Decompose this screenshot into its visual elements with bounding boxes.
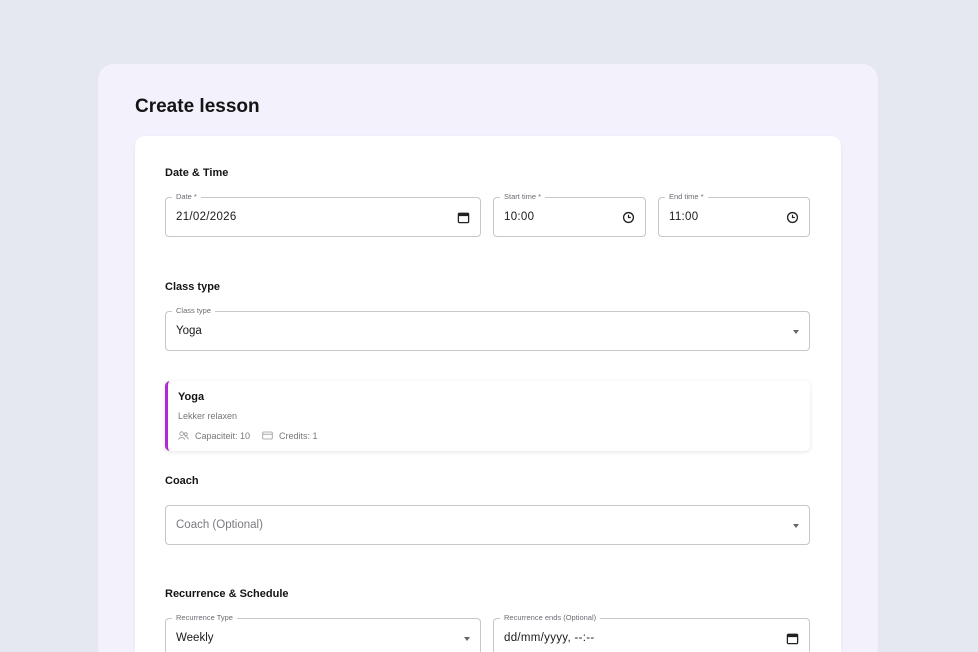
end-time-value: 11:00 [669,211,699,223]
class-type-value: Yoga [176,325,202,337]
recurrence-type-label: Recurrence Type [172,613,237,623]
coach-placeholder: Coach (Optional) [176,519,263,531]
chevron-down-icon[interactable] [464,637,470,641]
start-time-field[interactable]: Start time * 10:00 [493,192,646,237]
class-capacity: Capaciteit: 10 [195,430,251,441]
end-time-field[interactable]: End time * 11:00 [658,192,810,237]
class-info-card: Yoga Lekker relaxen Capaciteit: 10 Credi… [165,381,810,451]
section-title-class-type: Class type [165,281,221,293]
chevron-down-icon[interactable] [793,330,799,334]
section-title-date-time: Date & Time [165,167,229,179]
credit-card-icon [262,431,273,440]
start-time-label: Start time * [500,192,546,202]
class-type-label: Class type [172,306,216,316]
page-title: Create lesson [135,96,260,117]
section-title-coach: Coach [165,475,199,487]
clock-icon[interactable] [786,211,799,224]
recurrence-type-select[interactable]: Recurrence Type Weekly [165,613,481,652]
class-credits: Credits: 1 [279,430,318,441]
recurrence-ends-field[interactable]: Recurrence ends (Optional) dd/mm/yyyy, -… [493,613,810,652]
section-title-recurrence: Recurrence & Schedule [165,588,289,600]
date-field[interactable]: Date * 21/02/2026 [165,192,481,237]
form-card: Date & Time Date * 21/02/2026 Start time… [135,136,841,652]
calendar-icon[interactable] [457,211,470,224]
date-field-label: Date * [172,192,201,202]
chevron-down-icon[interactable] [793,524,799,528]
lesson-dialog: Create lesson Date & Time Date * 21/02/2… [98,64,878,652]
calendar-icon[interactable] [786,632,799,645]
end-time-label: End time * [665,192,708,202]
recurrence-ends-value: dd/mm/yyyy, --:-- [504,632,595,644]
class-info-title: Yoga [178,391,205,403]
recurrence-ends-label: Recurrence ends (Optional) [500,613,601,623]
class-info-meta: Capaciteit: 10 Credits: 1 [178,430,318,441]
class-info-description: Lekker relaxen [178,411,238,421]
start-time-value: 10:00 [504,211,535,223]
people-icon [178,431,189,440]
recurrence-type-value: Weekly [176,632,214,644]
class-type-select[interactable]: Class type Yoga [165,306,810,351]
coach-select[interactable]: Coach (Optional) [165,505,810,545]
date-field-value: 21/02/2026 [176,211,237,223]
clock-icon[interactable] [622,211,635,224]
